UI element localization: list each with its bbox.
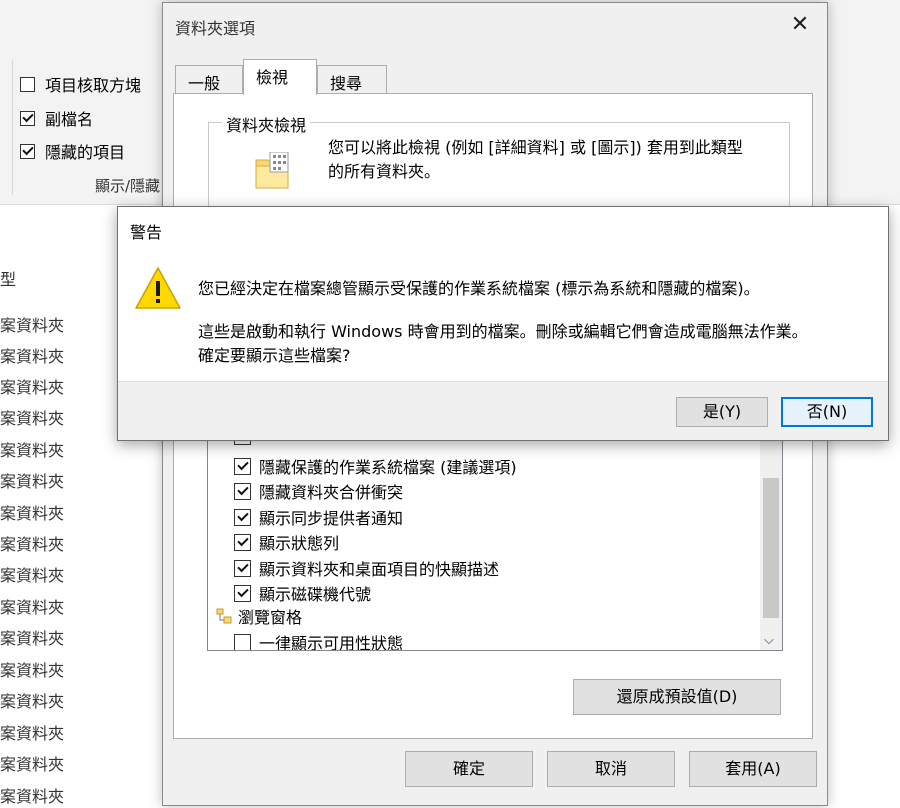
file-list-row[interactable]: 檔案資料夾 <box>0 500 64 524</box>
file-list-row[interactable]: 檔案資料夾 <box>0 657 64 681</box>
advanced-setting-hide-merge-conflicts[interactable]: 隱藏資料夾合併衝突 <box>234 479 403 503</box>
dialog-title: 資料夾選項 <box>175 19 256 38</box>
folder-view-title: 資料夾檢視 <box>222 112 311 136</box>
advanced-list-scrollbar[interactable]: ⌵ <box>760 434 782 650</box>
navigation-pane-label: 瀏覽窗格 <box>238 608 303 627</box>
file-list-row[interactable]: 檔案資料夾 <box>0 594 64 618</box>
advanced-setting-drive-letters[interactable]: 顯示磁碟機代號 <box>234 581 371 605</box>
item-checkboxes-checkbox[interactable] <box>20 76 35 92</box>
hidden-items-label: 隱藏的項目 <box>45 143 126 162</box>
file-list-row[interactable]: 檔案資料夾 <box>0 405 64 429</box>
hidden-items-toggle[interactable]: 隱藏的項目 <box>20 139 125 163</box>
warning-triangle-icon <box>135 267 181 309</box>
file-list-row[interactable]: 檔案資料夾 <box>0 720 64 744</box>
item-checkboxes-toggle[interactable]: 項目核取方塊 <box>20 72 141 96</box>
warning-message: 您已經決定在檔案總管顯示受保護的作業系統檔案 (標示為系統和隱藏的檔案)。 <box>198 279 760 298</box>
warning-message: 這些是啟動和執行 Windows 時會用到的檔案。刪除或編輯它們會造成電腦無法作… <box>198 322 808 341</box>
navigation-pane-icon <box>216 608 232 624</box>
warning-question: 確定要顯示這些檔案? <box>198 346 351 365</box>
navigation-pane-group: 瀏覽窗格 <box>216 604 302 628</box>
file-list-row[interactable]: 檔案資料夾 <box>0 468 64 492</box>
file-list-row[interactable]: 檔案資料夾 <box>0 374 64 398</box>
ribbon-separator <box>12 60 13 195</box>
item-checkboxes-label: 項目核取方塊 <box>45 76 142 95</box>
tab-search[interactable]: 搜尋 <box>317 65 387 93</box>
file-list-row[interactable]: 檔案資料夾 <box>0 312 64 336</box>
setting-label: 顯示同步提供者通知 <box>259 509 404 528</box>
setting-label: 顯示狀態列 <box>259 534 340 553</box>
advanced-setting-sync-provider-notifications[interactable]: 顯示同步提供者通知 <box>234 505 403 529</box>
setting-checkbox[interactable] <box>234 457 251 475</box>
file-list-row[interactable]: 檔案資料夾 <box>0 437 64 461</box>
warning-dialog: 警告 您已經決定在檔案總管顯示受保護的作業系統檔案 (標示為系統和隱藏的檔案)。… <box>117 206 889 441</box>
close-icon[interactable]: ✕ <box>789 14 811 37</box>
advanced-setting-availability-status[interactable]: 一律顯示可用性狀態 <box>234 630 404 651</box>
yes-button[interactable]: 是(Y) <box>676 397 768 427</box>
advanced-settings-list[interactable]: 隱藏保護的作業系統檔案 (建議選項) 隱藏資料夾合併衝突 顯示同步提供者通知 顯… <box>207 433 783 651</box>
scrollbar-thumb[interactable] <box>763 478 779 618</box>
folder-view-description: 您可以將此檢視 (例如 [詳細資料] 或 [圖示]) 套用到此類型 的所有資料夾… <box>328 136 788 184</box>
file-list-row[interactable]: 檔案資料夾 <box>0 531 64 555</box>
setting-checkbox[interactable] <box>234 633 251 650</box>
tab-general[interactable]: 一般 <box>175 65 243 93</box>
setting-checkbox[interactable] <box>234 584 251 602</box>
setting-checkbox[interactable] <box>234 533 251 551</box>
file-extensions-checkbox[interactable] <box>20 110 35 126</box>
file-list-row[interactable]: 檔案資料夾 <box>0 625 64 649</box>
type-column-header[interactable]: 類型 <box>0 266 16 290</box>
folder-view-description-line: 的所有資料夾。 <box>328 162 441 181</box>
setting-checkbox[interactable] <box>234 508 251 526</box>
setting-label: 一律顯示可用性狀態 <box>259 634 404 651</box>
file-list-row[interactable]: 檔案資料夾 <box>0 562 64 586</box>
ok-button[interactable]: 確定 <box>405 751 533 787</box>
file-extensions-toggle[interactable]: 副檔名 <box>20 106 93 130</box>
file-extensions-label: 副檔名 <box>45 110 94 129</box>
show-hide-group-label: 顯示/隱藏 <box>95 177 161 195</box>
setting-checkbox[interactable] <box>234 559 251 577</box>
advanced-setting-status-bar[interactable]: 顯示狀態列 <box>234 530 339 554</box>
setting-checkbox[interactable] <box>234 482 251 500</box>
file-list-row[interactable]: 檔案資料夾 <box>0 751 64 775</box>
tab-view[interactable]: 檢視 <box>243 59 317 95</box>
folder-view-description-line: 您可以將此檢視 (例如 [詳細資料] 或 [圖示]) 套用到此類型 <box>328 138 743 157</box>
hidden-items-checkbox[interactable] <box>20 143 35 159</box>
advanced-setting-popup-descriptions[interactable]: 顯示資料夾和桌面項目的快顯描述 <box>234 556 499 580</box>
apply-button[interactable]: 套用(A) <box>689 751 817 787</box>
folder-view-icon <box>255 152 289 189</box>
setting-label: 隱藏資料夾合併衝突 <box>259 483 404 502</box>
no-button[interactable]: 否(N) <box>781 397 873 427</box>
cancel-button[interactable]: 取消 <box>547 751 675 787</box>
setting-label: 隱藏保護的作業系統檔案 (建議選項) <box>259 458 517 477</box>
restore-defaults-button[interactable]: 還原成預設值(D) <box>573 679 781 715</box>
chevron-down-icon[interactable]: ⌵ <box>764 633 774 648</box>
setting-label: 顯示資料夾和桌面項目的快顯描述 <box>259 560 500 579</box>
advanced-setting-hide-protected-os-files[interactable]: 隱藏保護的作業系統檔案 (建議選項) <box>234 454 517 478</box>
warning-button-bar: 是(Y) 否(N) <box>118 381 888 440</box>
file-list-row[interactable]: 檔案資料夾 <box>0 783 64 807</box>
warning-title: 警告 <box>130 223 163 242</box>
file-list-row[interactable]: 檔案資料夾 <box>0 343 64 367</box>
setting-label: 顯示磁碟機代號 <box>259 585 372 604</box>
file-list-row[interactable]: 檔案資料夾 <box>0 688 64 712</box>
